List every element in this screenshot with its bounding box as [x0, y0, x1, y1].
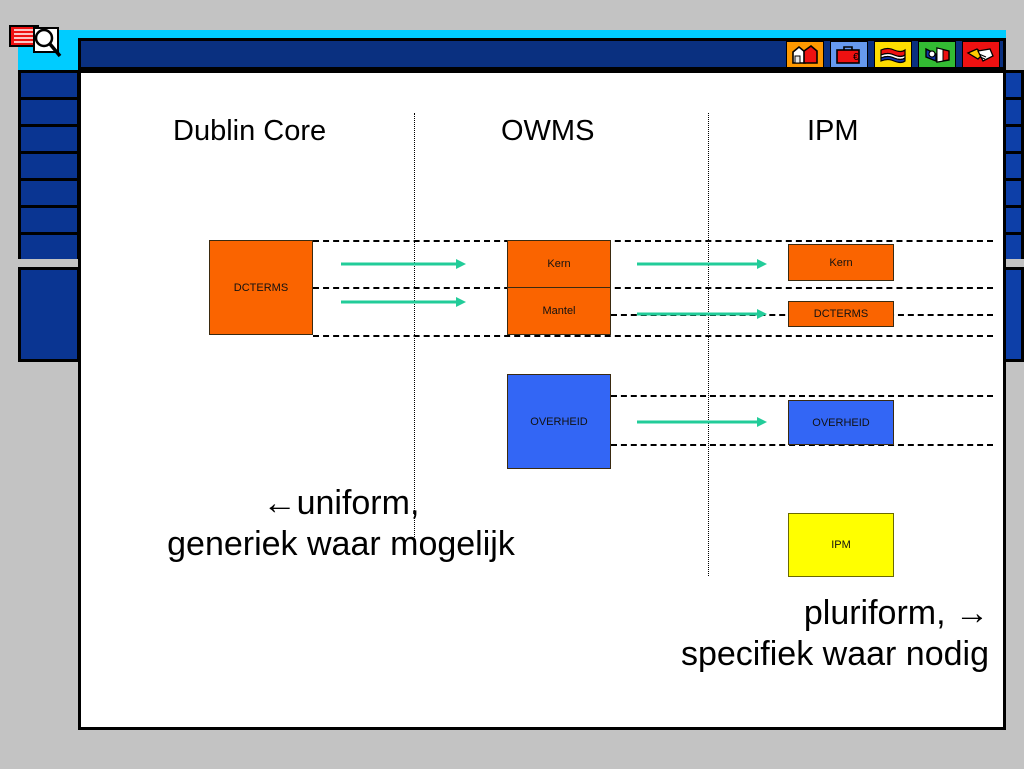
- app-window: € Dublin Core OWMS IPM DCTERMS Kern Mant…: [0, 0, 1024, 769]
- handshake-icon: [966, 47, 994, 62]
- flag-magnifier-logo-icon: [8, 22, 68, 67]
- briefcase-euro-icon-button[interactable]: €: [830, 41, 868, 68]
- sidebar-item-left-4[interactable]: [18, 151, 80, 181]
- column-divider: [708, 113, 709, 576]
- dutch-flag-icon: [880, 47, 906, 63]
- building-icon-button[interactable]: [786, 41, 824, 68]
- building-icon: [792, 44, 818, 64]
- column-header-owms: OWMS: [501, 115, 595, 147]
- dutch-flag-icon-button[interactable]: [874, 41, 912, 68]
- node-dcterms-ipm: DCTERMS: [788, 301, 894, 327]
- connector-dashed-line: [313, 287, 993, 289]
- handshake-icon-button[interactable]: [962, 41, 1000, 68]
- caption-pluriform: pluriform, → specifiek waar nodig: [680, 594, 989, 674]
- sidebar-item-left-1[interactable]: [18, 70, 80, 100]
- node-overheid-ipm: OVERHEID: [788, 400, 894, 445]
- left-sidebar: [18, 70, 80, 362]
- arrow-kern-to-kern: [637, 257, 767, 275]
- connector-dashed-line: [313, 335, 993, 337]
- sidebar-item-left-3[interactable]: [18, 124, 80, 154]
- connector-dashed-line: [313, 240, 993, 242]
- node-overheid-owms: OVERHEID: [507, 374, 611, 469]
- node-ipm-ipm: IPM: [788, 513, 894, 577]
- sidebar-item-left-6[interactable]: [18, 205, 80, 235]
- caption-uniform: ←uniform, generiek waar mogelijk: [167, 484, 515, 564]
- node-dcterms-dublin-core: DCTERMS: [209, 240, 313, 335]
- sidebar-panel-left[interactable]: [18, 267, 80, 362]
- arrow-dcterms-to-kern: [341, 257, 466, 275]
- connector-dashed-line: [611, 395, 993, 397]
- svg-text:€: €: [853, 52, 859, 63]
- toolbar: €: [786, 41, 1000, 68]
- arrow-mantel-to-dcterms: [637, 307, 767, 325]
- sidebar-item-left-5[interactable]: [18, 178, 80, 208]
- node-kern-mantel-owms: Kern Mantel: [507, 240, 611, 335]
- briefcase-euro-icon: €: [836, 45, 860, 64]
- arrow-overheid-to-overheid: [637, 415, 767, 433]
- node-label: Mantel: [542, 305, 576, 317]
- node-kern-ipm: Kern: [788, 244, 894, 281]
- sidebar-divider-left: [18, 259, 80, 267]
- sidebar-item-left-2[interactable]: [18, 97, 80, 127]
- arrow-dcterms-to-mantel: [341, 295, 466, 313]
- column-header-ipm: IPM: [807, 115, 859, 147]
- megaphone-flag-icon-button[interactable]: [918, 41, 956, 68]
- column-divider: [414, 113, 415, 543]
- megaphone-flag-icon: [925, 46, 950, 63]
- column-header-dublin-core: Dublin Core: [173, 115, 327, 147]
- node-label: Kern: [508, 241, 610, 288]
- slide-canvas: Dublin Core OWMS IPM DCTERMS Kern Mantel Kern D…: [78, 70, 1006, 730]
- sidebar-item-left-7[interactable]: [18, 232, 80, 262]
